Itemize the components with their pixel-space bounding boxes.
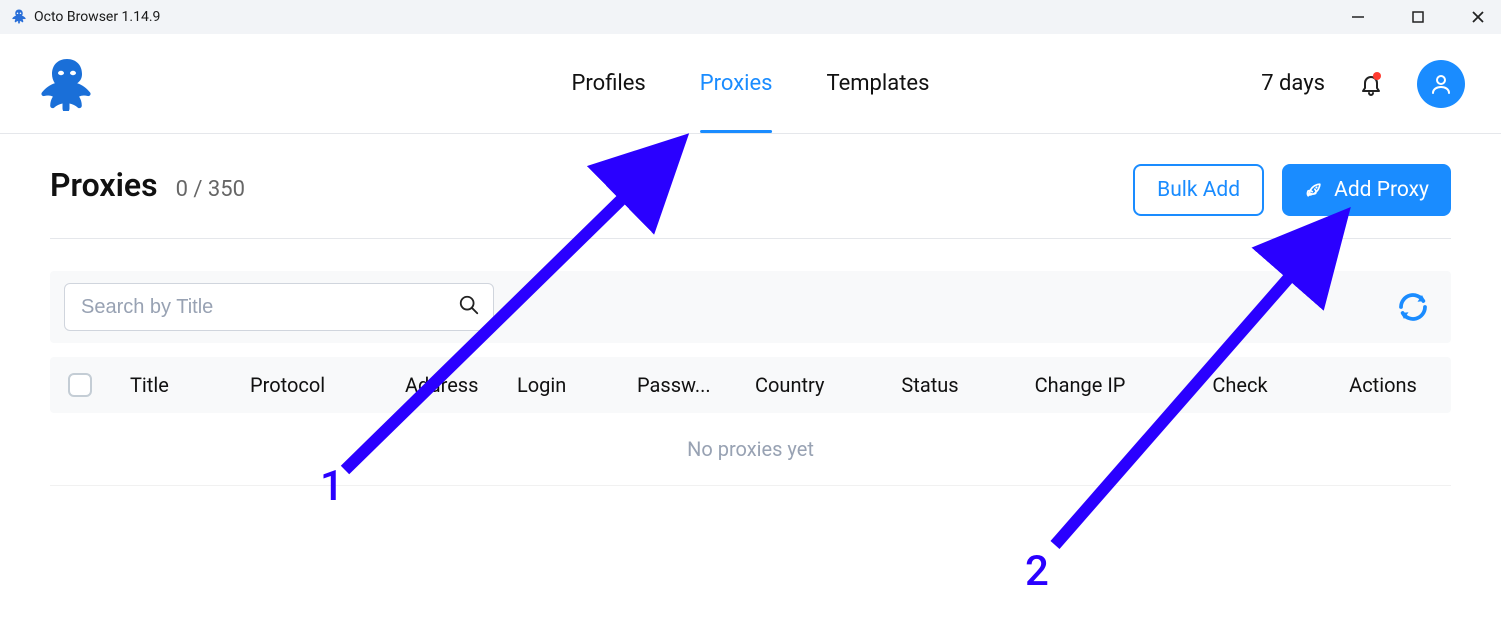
app-icon <box>10 8 28 26</box>
notifications-button[interactable] <box>1357 70 1385 98</box>
add-proxy-button[interactable]: Add Proxy <box>1282 164 1451 216</box>
page-actions: Bulk Add Add Proxy <box>1133 164 1451 216</box>
titlebar: Octo Browser 1.14.9 <box>0 0 1501 34</box>
col-country[interactable]: Country <box>745 373 865 397</box>
page-title: Proxies <box>50 166 158 204</box>
page-title-row: Proxies 0 / 350 Bulk Add Add Proxy <box>50 164 1451 239</box>
minimize-icon[interactable] <box>1349 8 1367 26</box>
search-input[interactable] <box>64 283 494 331</box>
bulk-add-label: Bulk Add <box>1157 178 1240 202</box>
annotation-label-2: 2 <box>1025 547 1049 596</box>
search-icon[interactable] <box>458 294 480 320</box>
search-input-wrap <box>64 283 494 331</box>
titlebar-left: Octo Browser 1.14.9 <box>10 8 160 26</box>
search-row <box>50 271 1451 343</box>
col-status[interactable]: Status <box>865 373 995 397</box>
col-actions[interactable]: Actions <box>1315 373 1451 397</box>
tab-profiles[interactable]: Profiles <box>572 34 646 133</box>
refresh-icon <box>1395 289 1431 325</box>
select-all-checkbox[interactable] <box>68 373 92 397</box>
octo-logo-icon[interactable] <box>34 57 100 111</box>
rocket-icon <box>1304 180 1324 200</box>
tab-proxies[interactable]: Proxies <box>700 34 773 133</box>
col-password[interactable]: Passw... <box>627 373 745 397</box>
close-icon[interactable] <box>1469 8 1487 26</box>
tab-templates[interactable]: Templates <box>827 34 930 133</box>
bulk-add-button[interactable]: Bulk Add <box>1133 164 1264 216</box>
col-protocol[interactable]: Protocol <box>240 373 395 397</box>
col-address[interactable]: Address <box>395 373 507 397</box>
select-all-cell <box>50 373 120 397</box>
col-check[interactable]: Check <box>1165 373 1315 397</box>
header-tabs: Profiles Proxies Templates <box>572 34 930 133</box>
titlebar-title: Octo Browser 1.14.9 <box>34 9 160 25</box>
proxy-count: 0 / 350 <box>176 177 245 202</box>
page-title-left: Proxies 0 / 350 <box>50 166 245 204</box>
header: Profiles Proxies Templates 7 days <box>0 34 1501 134</box>
avatar[interactable] <box>1417 60 1465 108</box>
col-change-ip[interactable]: Change IP <box>995 373 1165 397</box>
refresh-button[interactable] <box>1395 289 1431 325</box>
maximize-icon[interactable] <box>1409 8 1427 26</box>
col-title[interactable]: Title <box>120 373 240 397</box>
add-proxy-label: Add Proxy <box>1334 178 1429 202</box>
user-icon <box>1429 72 1453 96</box>
days-remaining[interactable]: 7 days <box>1261 71 1325 96</box>
window-controls <box>1349 8 1487 26</box>
col-login[interactable]: Login <box>507 373 627 397</box>
table-header: Title Protocol Address Login Passw... Co… <box>50 357 1451 413</box>
proxies-table: Title Protocol Address Login Passw... Co… <box>50 357 1451 486</box>
empty-state: No proxies yet <box>50 413 1451 486</box>
header-left <box>34 57 100 111</box>
main-content: Proxies 0 / 350 Bulk Add Add Proxy <box>0 134 1501 486</box>
header-right: 7 days <box>1261 60 1465 108</box>
notification-dot-icon <box>1373 72 1381 80</box>
